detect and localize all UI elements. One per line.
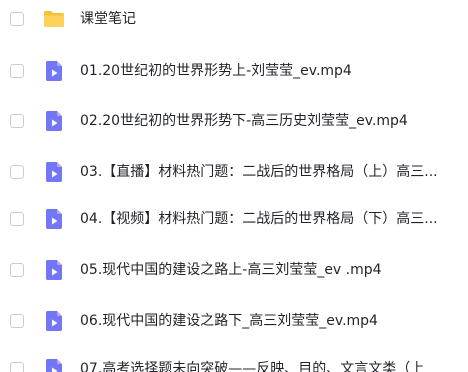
select-checkbox[interactable] xyxy=(10,165,24,179)
item-name: 01.20世纪初的世界形势上-刘莹莹_ev.mp4 xyxy=(80,63,352,79)
video-file-icon xyxy=(42,59,66,83)
file-list: 课堂笔记 01.20世纪初的世界形势上-刘莹莹_ev.mp4 02.20世纪初的… xyxy=(0,0,468,372)
select-checkbox[interactable] xyxy=(10,12,24,26)
select-checkbox[interactable] xyxy=(10,263,24,277)
video-file-icon xyxy=(42,160,66,184)
select-checkbox[interactable] xyxy=(10,114,24,128)
item-name: 05.现代中国的建设之路上-高三刘莹莹_ev .mp4 xyxy=(80,262,382,278)
list-item-folder[interactable]: 课堂笔记 xyxy=(0,0,468,39)
folder-icon xyxy=(42,7,66,31)
item-name: 课堂笔记 xyxy=(80,11,136,27)
video-file-icon xyxy=(42,109,66,133)
list-item-video[interactable]: 03.【直播】材料热门题：二战后的世界格局（上）高三... xyxy=(0,152,468,192)
select-checkbox[interactable] xyxy=(10,362,24,372)
select-checkbox[interactable] xyxy=(10,64,24,78)
video-file-icon xyxy=(42,258,66,282)
select-checkbox[interactable] xyxy=(10,314,24,328)
select-checkbox[interactable] xyxy=(10,212,24,226)
list-item-video[interactable]: 07.高考选择题未向突破——反映、目的、文言文类（上 xyxy=(0,349,468,372)
item-name: 06.现代中国的建设之路下_高三刘莹莹_ev.mp4 xyxy=(80,313,378,329)
list-item-video[interactable]: 01.20世纪初的世界形势上-刘莹莹_ev.mp4 xyxy=(0,51,468,91)
item-name: 02.20世纪初的世界形势下-高三历史刘莹莹_ev.mp4 xyxy=(80,113,408,129)
video-file-icon xyxy=(42,309,66,333)
list-item-video[interactable]: 04.【视频】材料热门题：二战后的世界格局（下）高三... xyxy=(0,199,468,239)
item-name: 07.高考选择题未向突破——反映、目的、文言文类（上 xyxy=(80,361,425,372)
item-name: 03.【直播】材料热门题：二战后的世界格局（上）高三... xyxy=(80,164,438,180)
list-item-video[interactable]: 06.现代中国的建设之路下_高三刘莹莹_ev.mp4 xyxy=(0,301,468,341)
video-file-icon xyxy=(42,357,66,372)
item-name: 04.【视频】材料热门题：二战后的世界格局（下）高三... xyxy=(80,211,438,227)
list-item-video[interactable]: 02.20世纪初的世界形势下-高三历史刘莹莹_ev.mp4 xyxy=(0,101,468,141)
video-file-icon xyxy=(42,207,66,231)
list-item-video[interactable]: 05.现代中国的建设之路上-高三刘莹莹_ev .mp4 xyxy=(0,250,468,290)
